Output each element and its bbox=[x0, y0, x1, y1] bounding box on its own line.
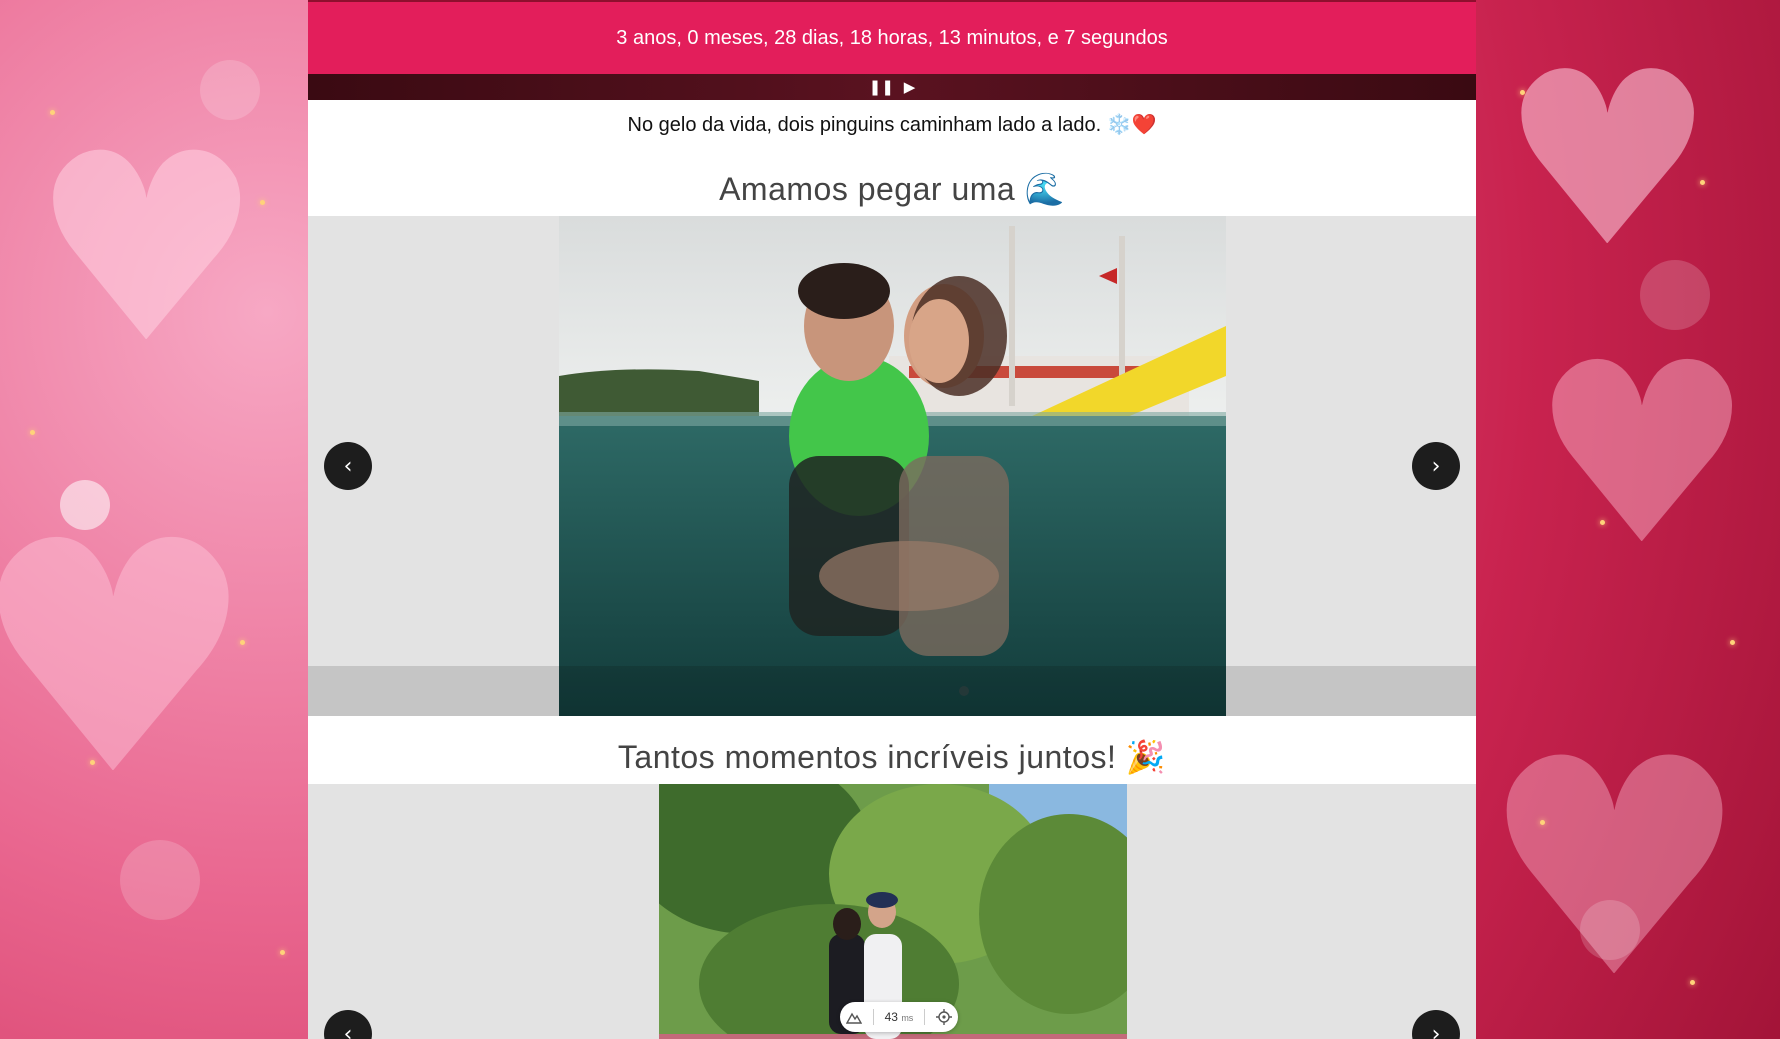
carousel-indicator-dot[interactable] bbox=[959, 686, 969, 696]
section-title: Tantos momentos incríveis juntos! 🎉 bbox=[308, 730, 1476, 784]
subtitle: No gelo da vida, dois pinguins caminham … bbox=[308, 100, 1476, 150]
section-title: Amamos pegar uma 🌊 bbox=[308, 162, 1476, 216]
photo-carousel: ‹ › bbox=[308, 216, 1476, 716]
heart-decoration: ♥ bbox=[1500, 20, 1716, 300]
carousel-indicator-bar bbox=[308, 666, 1476, 716]
carousel-next-button[interactable]: › bbox=[1412, 1010, 1460, 1039]
heart-decoration: ♥ bbox=[0, 474, 257, 846]
perf-readout: 43 ms bbox=[885, 1010, 914, 1024]
heart-decoration: ♥ bbox=[1530, 309, 1755, 600]
section-title-text: Tantos momentos incríveis juntos! 🎉 bbox=[617, 739, 1167, 775]
perf-value: 43 bbox=[884, 1010, 898, 1024]
main-page: 3 anos, 0 meses, 28 dias, 18 horas, 13 m… bbox=[308, 0, 1476, 1039]
pause-icon[interactable]: ❚❚ bbox=[869, 78, 894, 96]
carousel-photo bbox=[559, 216, 1226, 716]
photo-carousel: ‹ › bbox=[308, 784, 1476, 1039]
counter-text: 3 anos, 0 meses, 28 dias, 18 horas, 13 m… bbox=[616, 26, 1168, 49]
carousel-prev-button[interactable]: ‹ bbox=[324, 442, 372, 490]
couple-on-bridge-photo bbox=[659, 784, 1127, 1039]
section-title-text: Amamos pegar uma 🌊 bbox=[719, 171, 1065, 207]
mountain-icon bbox=[845, 1012, 862, 1024]
relationship-counter: 3 anos, 0 meses, 28 dias, 18 horas, 13 m… bbox=[308, 0, 1476, 74]
heart-decoration: ♥ bbox=[1480, 695, 1749, 1039]
perf-unit: ms bbox=[901, 1013, 914, 1023]
carousel-prev-button[interactable]: ‹ bbox=[324, 1010, 372, 1039]
performance-overlay[interactable]: 43 ms bbox=[840, 1002, 958, 1032]
carousel-next-button[interactable]: › bbox=[1412, 442, 1460, 490]
carousel-photo bbox=[659, 784, 1127, 1039]
crosshair-icon[interactable] bbox=[936, 1009, 953, 1025]
music-player: ❚❚ ▶ bbox=[308, 74, 1476, 100]
couple-kissing-in-water-photo bbox=[559, 216, 1226, 716]
heart-decoration: ♥ bbox=[30, 99, 264, 401]
subtitle-text: No gelo da vida, dois pinguins caminham … bbox=[627, 114, 1157, 136]
play-icon[interactable]: ▶ bbox=[904, 78, 916, 96]
